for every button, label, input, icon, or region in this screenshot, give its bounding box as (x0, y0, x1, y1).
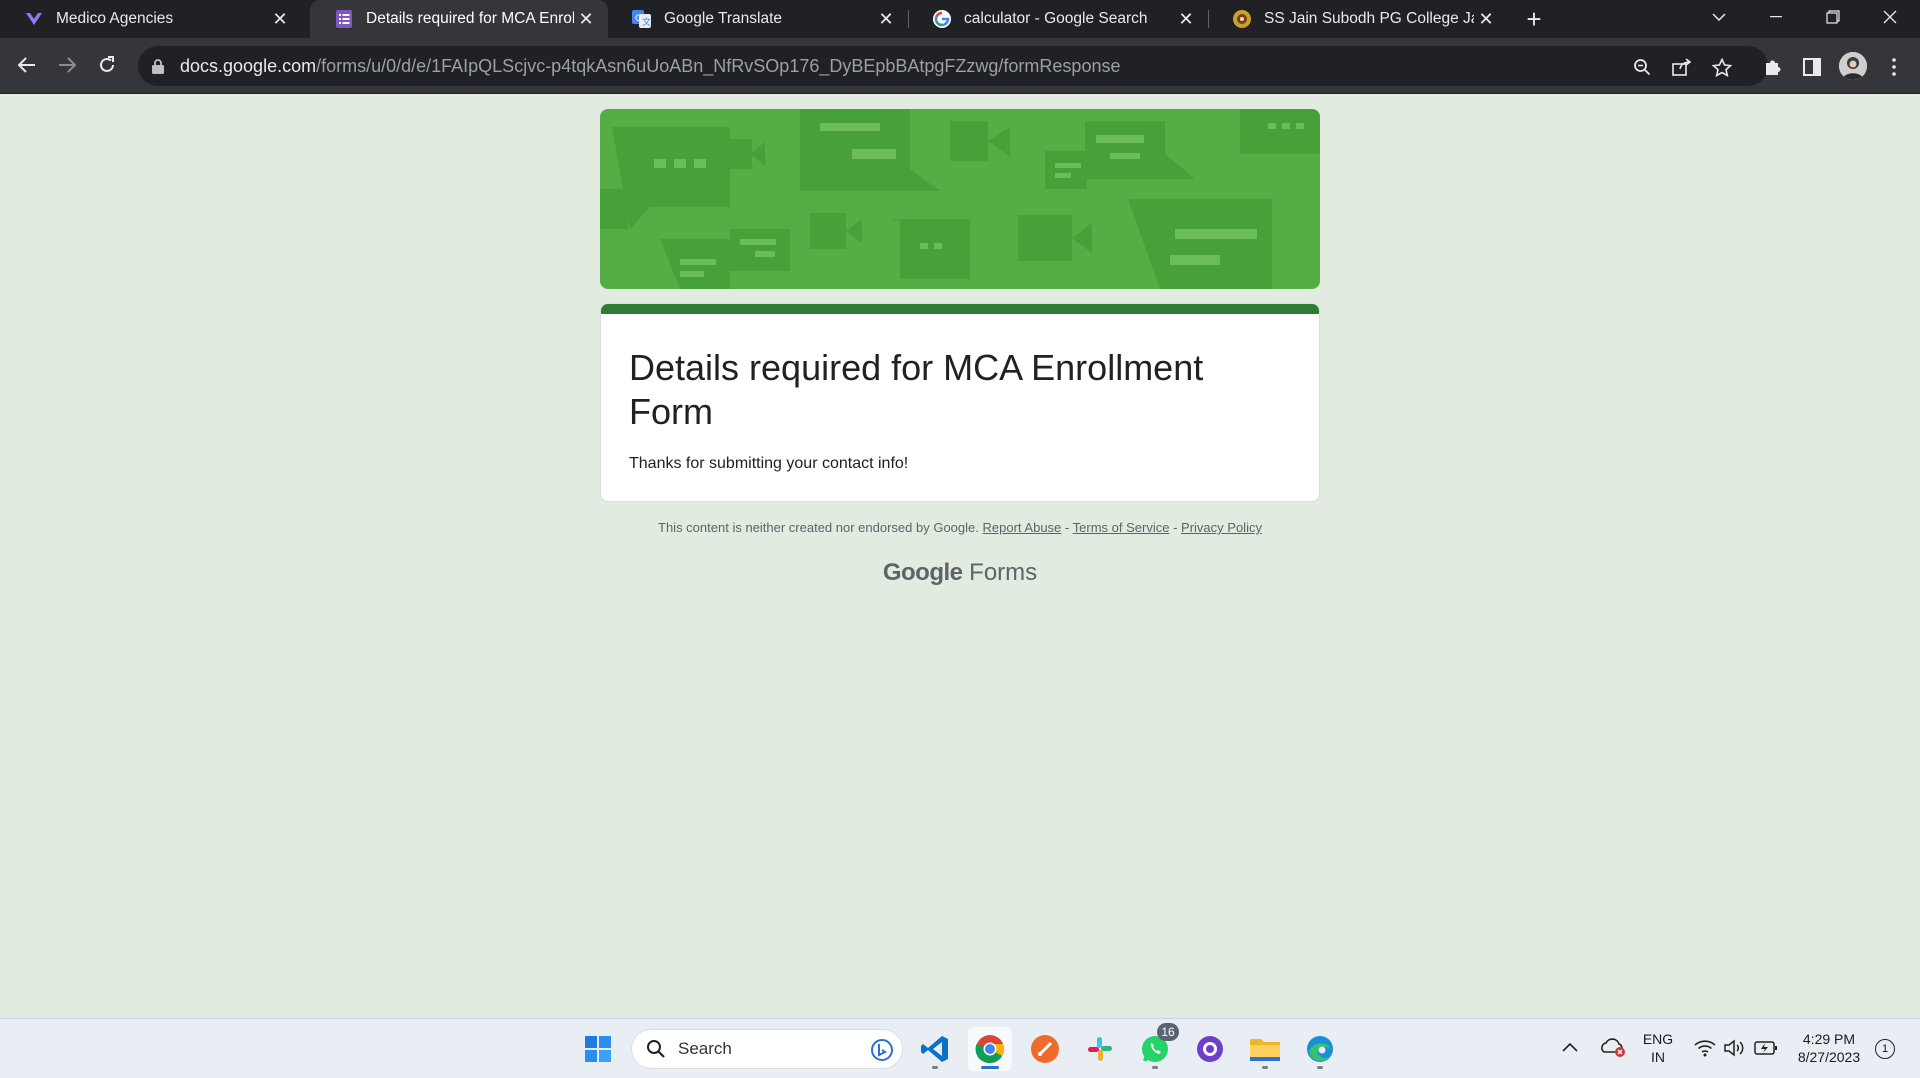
minimize-button[interactable] (1749, 0, 1803, 34)
slack-icon[interactable] (1078, 1027, 1122, 1071)
battery-charging-icon[interactable] (1754, 1040, 1778, 1061)
forms-wordmark: Forms (969, 559, 1038, 586)
close-tab-icon[interactable]: ✕ (874, 7, 898, 31)
edge-icon[interactable] (1298, 1027, 1342, 1071)
back-button[interactable] (10, 48, 44, 82)
browser-toolbar: docs.google.com/forms/u/0/d/e/1FAIpQLScj… (0, 38, 1920, 94)
url-host: docs.google.com (180, 55, 317, 76)
form-title: Details required for MCA Enrollment Form (629, 347, 1204, 432)
forward-button[interactable] (50, 48, 84, 82)
lock-icon[interactable] (152, 58, 168, 74)
browser-menu-icon[interactable] (1883, 56, 1905, 78)
separator: - (1173, 520, 1178, 535)
side-panel-icon[interactable] (1801, 56, 1823, 78)
address-bar[interactable]: docs.google.com/forms/u/0/d/e/1FAIpQLScj… (138, 46, 1768, 86)
restore-button[interactable] (1806, 0, 1860, 34)
search-icon (647, 1040, 665, 1058)
close-tab-icon[interactable]: ✕ (574, 7, 598, 31)
share-icon[interactable] (1671, 56, 1693, 78)
active-indicator (981, 1066, 999, 1069)
taskbar-search-input[interactable]: Search (631, 1029, 903, 1069)
notification-count-badge[interactable]: 1 (1875, 1039, 1895, 1059)
running-indicator (1262, 1066, 1268, 1069)
volume-icon[interactable] (1724, 1039, 1746, 1062)
google-forms-brand-link[interactable]: Google Forms (600, 559, 1320, 587)
running-indicator (932, 1066, 938, 1069)
google-forms-icon (334, 9, 354, 29)
orange-app-icon[interactable] (1023, 1027, 1067, 1071)
svg-text:G: G (635, 14, 642, 24)
confirmation-card: Details required for MCA Enrollment Form… (600, 303, 1320, 502)
clock-time: 4:29 PM (1802, 1031, 1856, 1047)
form-header-banner (600, 109, 1320, 289)
wifi-icon[interactable] (1694, 1039, 1716, 1062)
svg-text:文: 文 (642, 16, 651, 28)
clock[interactable]: 4:29 PM 8/27/2023 (1788, 1030, 1870, 1066)
google-translate-icon: G文 (632, 9, 652, 29)
chrome-icon[interactable] (968, 1027, 1012, 1071)
vscode-icon[interactable] (913, 1027, 957, 1071)
whatsapp-icon[interactable]: 16 (1133, 1023, 1179, 1071)
report-abuse-link[interactable]: Report Abuse (983, 520, 1062, 535)
tab-medico-agencies[interactable]: Medico Agencies ✕ (0, 0, 302, 38)
card-accent-bar (601, 304, 1319, 314)
tab-calculator-search[interactable]: calculator - Google Search ✕ (908, 0, 1208, 38)
close-window-button[interactable] (1863, 0, 1917, 34)
running-indicator (1152, 1066, 1158, 1069)
clock-date: 8/27/2023 (1797, 1049, 1861, 1065)
banner-pattern (600, 109, 1320, 289)
disclaimer-text: This content is neither created nor endo… (658, 520, 979, 535)
extensions-puzzle-icon[interactable] (1762, 56, 1784, 78)
separator: - (1064, 520, 1070, 535)
language-indicator[interactable]: ENG IN (1640, 1030, 1676, 1066)
tab-title: calculator - Google Search (964, 10, 1148, 27)
zoom-icon[interactable] (1631, 56, 1653, 78)
footer-disclaimer: This content is neither created nor endo… (600, 520, 1320, 535)
privacy-policy-link[interactable]: Privacy Policy (1181, 520, 1262, 535)
tab-title: SS Jain Subodh PG College Jaipur (1264, 10, 1474, 27)
close-tab-icon[interactable]: ✕ (1474, 7, 1498, 31)
close-tab-icon[interactable]: ✕ (268, 7, 292, 31)
tab-title: Google Translate (664, 10, 783, 27)
close-tab-icon[interactable]: ✕ (1174, 7, 1198, 31)
tab-mca-form[interactable]: Details required for MCA Enrollment Form… (310, 0, 608, 38)
google-wordmark: Google (882, 559, 963, 586)
file-explorer-icon[interactable] (1243, 1027, 1287, 1071)
tab-title: Details required for MCA Enrollment Form (366, 10, 574, 27)
tab-search-chevron-icon[interactable] (1692, 0, 1746, 34)
show-hidden-icons-chevron-icon[interactable] (1562, 1039, 1578, 1057)
onedrive-error-icon[interactable] (1600, 1036, 1626, 1063)
college-logo-icon (1232, 9, 1252, 29)
confirmation-message: Thanks for submitting your contact info! (629, 455, 909, 472)
bing-chat-icon[interactable] (870, 1038, 894, 1062)
tab-title: Medico Agencies (56, 10, 174, 27)
running-indicator (1317, 1066, 1323, 1069)
tab-google-translate[interactable]: G文 Google Translate ✕ (608, 0, 908, 38)
new-tab-button[interactable]: + (1520, 4, 1548, 34)
bookmark-star-icon[interactable] (1711, 56, 1733, 78)
language-code: ENG (1642, 1031, 1674, 1047)
tab-strip: Medico Agencies ✕ Details required for M… (0, 0, 1920, 38)
github-desktop-icon[interactable] (1188, 1027, 1232, 1071)
region-code: IN (1651, 1049, 1665, 1065)
tab-college[interactable]: SS Jain Subodh PG College Jaipur ✕ (1208, 0, 1508, 38)
profile-avatar[interactable] (1839, 52, 1867, 80)
heart-logo-icon (24, 9, 44, 29)
terms-of-service-link[interactable]: Terms of Service (1073, 520, 1170, 535)
google-g-icon (932, 9, 952, 29)
windows-taskbar: Search 16 ENG IN 4:29 PM 8/27/2023 1 (0, 1018, 1920, 1078)
search-placeholder: Search (678, 1039, 732, 1058)
windows-start-icon[interactable] (576, 1027, 620, 1071)
url-text[interactable]: docs.google.com/forms/u/0/d/e/1FAIpQLScj… (180, 56, 1120, 77)
url-path: /forms/u/0/d/e/1FAIpQLScjvc-p4tqkAsn6uUo… (316, 55, 1121, 76)
reload-button[interactable] (90, 48, 124, 82)
unread-badge: 16 (1157, 1023, 1179, 1041)
